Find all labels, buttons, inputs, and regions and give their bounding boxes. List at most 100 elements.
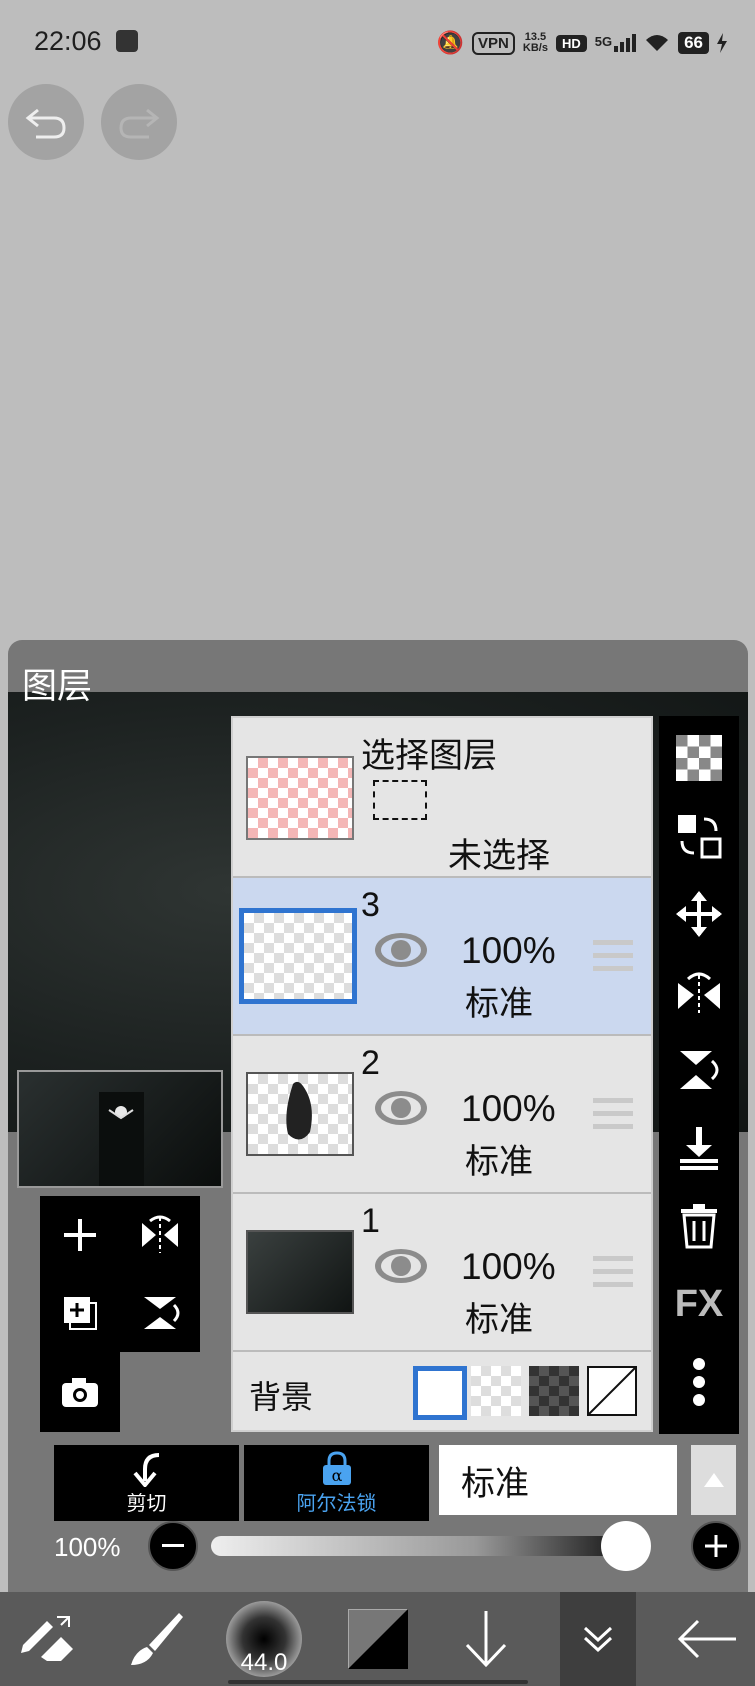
flip-vertical-button[interactable] <box>659 1040 739 1100</box>
hd-badge: HD <box>555 34 587 52</box>
layer-number: 1 <box>361 1202 380 1240</box>
selection-layer-status: 未选择 <box>448 837 550 875</box>
collapse-panel-button[interactable] <box>560 1592 636 1686</box>
color-button[interactable] <box>342 1592 414 1686</box>
signal-icon: 5G <box>594 34 637 52</box>
drag-handle-icon[interactable] <box>593 1098 633 1137</box>
thumbnail-figure-icon <box>99 1092 144 1186</box>
layer-down-button[interactable] <box>450 1592 522 1686</box>
background-row: 背景 <box>233 1354 651 1430</box>
layer-panel: 图层 选择图层 未选择 3 100% 标准 2 100% 标准 1 100% 标… <box>8 640 748 1592</box>
swap-icon <box>678 815 722 859</box>
clip-button[interactable]: 剪切 <box>54 1445 239 1521</box>
wifi-icon <box>646 35 669 51</box>
merge-down-button[interactable] <box>659 1118 739 1178</box>
swap-layer-button[interactable] <box>659 806 739 866</box>
hair-figure-icon <box>286 1081 312 1140</box>
background-none-option[interactable] <box>587 1366 637 1416</box>
alpha-lock-button[interactable]: α 阿尔法锁 <box>244 1445 429 1521</box>
selection-layer-thumbnail <box>246 756 354 840</box>
double-chevron-down-icon <box>583 1626 613 1653</box>
redo-icon <box>119 108 160 139</box>
brush-size-button[interactable]: 44.0 <box>222 1592 306 1686</box>
merge-down-icon <box>680 1127 718 1170</box>
opacity-slider-track[interactable] <box>211 1536 651 1556</box>
selection-layer-title: 选择图层 <box>361 737 497 775</box>
flip-horizontal-layer-button[interactable] <box>120 1196 200 1274</box>
trash-icon <box>681 1204 717 1249</box>
layer-blend-mode: 标准 <box>465 1143 533 1181</box>
background-transparent-option[interactable] <box>471 1366 521 1416</box>
network-type: 5G <box>594 34 613 49</box>
plus-icon <box>705 1535 727 1557</box>
layer-row-2[interactable]: 2 100% 标准 <box>233 1036 651 1194</box>
brush-size-value: 44.0 <box>240 1649 288 1676</box>
eye-icon[interactable] <box>373 1246 429 1286</box>
undo-button[interactable] <box>8 84 84 160</box>
layer-thumbnail <box>246 1230 354 1314</box>
flip-vertical-layer-button[interactable] <box>120 1274 200 1352</box>
layer-row-3[interactable]: 3 100% 标准 <box>233 878 651 1036</box>
delete-layer-button[interactable] <box>659 1196 739 1256</box>
fx-button[interactable]: FX <box>659 1274 739 1334</box>
flip-vertical-icon <box>680 1051 719 1089</box>
blend-mode-dropdown-button[interactable] <box>691 1445 736 1515</box>
layer-row-1[interactable]: 1 100% 标准 <box>233 1194 651 1352</box>
background-label: 背景 <box>249 1379 314 1415</box>
opacity-decrease-button[interactable] <box>148 1521 198 1571</box>
add-layer-stack-icon <box>64 1297 97 1330</box>
home-indicator[interactable] <box>228 1680 528 1684</box>
flip-horizontal-icon <box>678 972 720 1013</box>
layer-opacity: 100% <box>461 930 556 971</box>
svg-text:α: α <box>331 1466 342 1485</box>
fx-label: FX <box>674 1282 724 1325</box>
add-layer-button[interactable] <box>40 1196 120 1274</box>
arrow-left-icon <box>678 1619 736 1659</box>
arrow-down-icon <box>465 1611 507 1668</box>
layer-opacity: 100% <box>461 1088 556 1129</box>
drag-handle-icon[interactable] <box>593 940 633 979</box>
alpha-lock-label: 阿尔法锁 <box>296 1492 377 1515</box>
layer-list: 选择图层 未选择 3 100% 标准 2 100% 标准 1 100% 标准 背… <box>231 716 653 1432</box>
vpn-badge: VPN <box>472 31 515 55</box>
status-bar: 22:06 🔕 VPN 13.5 KB/s HD 5G 66 <box>0 0 755 90</box>
layer-thumbnail <box>239 908 357 1004</box>
mute-icon: 🔕 <box>436 30 465 55</box>
status-time: 22:06 <box>34 26 102 56</box>
background-dark-checker-option[interactable] <box>529 1366 579 1416</box>
plus-icon <box>64 1219 96 1251</box>
more-options-button[interactable] <box>659 1352 739 1412</box>
eye-icon[interactable] <box>373 1088 429 1128</box>
move-layer-button[interactable] <box>659 884 739 944</box>
charging-icon <box>717 33 727 53</box>
checker-icon <box>676 735 722 781</box>
layer-blend-mode: 标准 <box>465 985 533 1023</box>
camera-import-button[interactable] <box>40 1352 120 1432</box>
canvas-thumbnail[interactable] <box>17 1070 223 1188</box>
brush-tool-button[interactable] <box>110 1592 200 1686</box>
transparency-checker-button[interactable] <box>659 728 739 788</box>
clip-arrow-icon <box>132 1452 159 1487</box>
opacity-slider-handle[interactable] <box>601 1521 651 1571</box>
lock-icon: α <box>322 1450 351 1485</box>
layer-opacity: 100% <box>461 1246 556 1287</box>
drag-handle-icon[interactable] <box>593 1256 633 1295</box>
blend-mode-select[interactable]: 标准 <box>439 1445 677 1515</box>
layer-number: 3 <box>361 886 380 924</box>
brush-icon <box>131 1613 183 1665</box>
redo-button[interactable] <box>101 84 177 160</box>
bottom-toolbar: 44.0 <box>0 1592 755 1686</box>
status-icons: 🔕 VPN 13.5 KB/s HD 5G 66 <box>437 30 727 56</box>
opacity-increase-button[interactable] <box>691 1521 741 1571</box>
add-special-layer-button[interactable] <box>40 1274 120 1352</box>
flip-vertical-icon <box>144 1297 180 1329</box>
flip-horizontal-button[interactable] <box>659 962 739 1022</box>
pen-eraser-icon <box>21 1616 73 1661</box>
selection-layer-row[interactable]: 选择图层 未选择 <box>233 718 651 878</box>
background-white-option[interactable] <box>413 1366 467 1420</box>
color-swatch-icon <box>348 1609 408 1669</box>
back-button[interactable] <box>668 1592 748 1686</box>
more-vertical-icon <box>693 1358 705 1406</box>
tool-switch-button[interactable] <box>0 1592 94 1686</box>
eye-icon[interactable] <box>373 930 429 970</box>
